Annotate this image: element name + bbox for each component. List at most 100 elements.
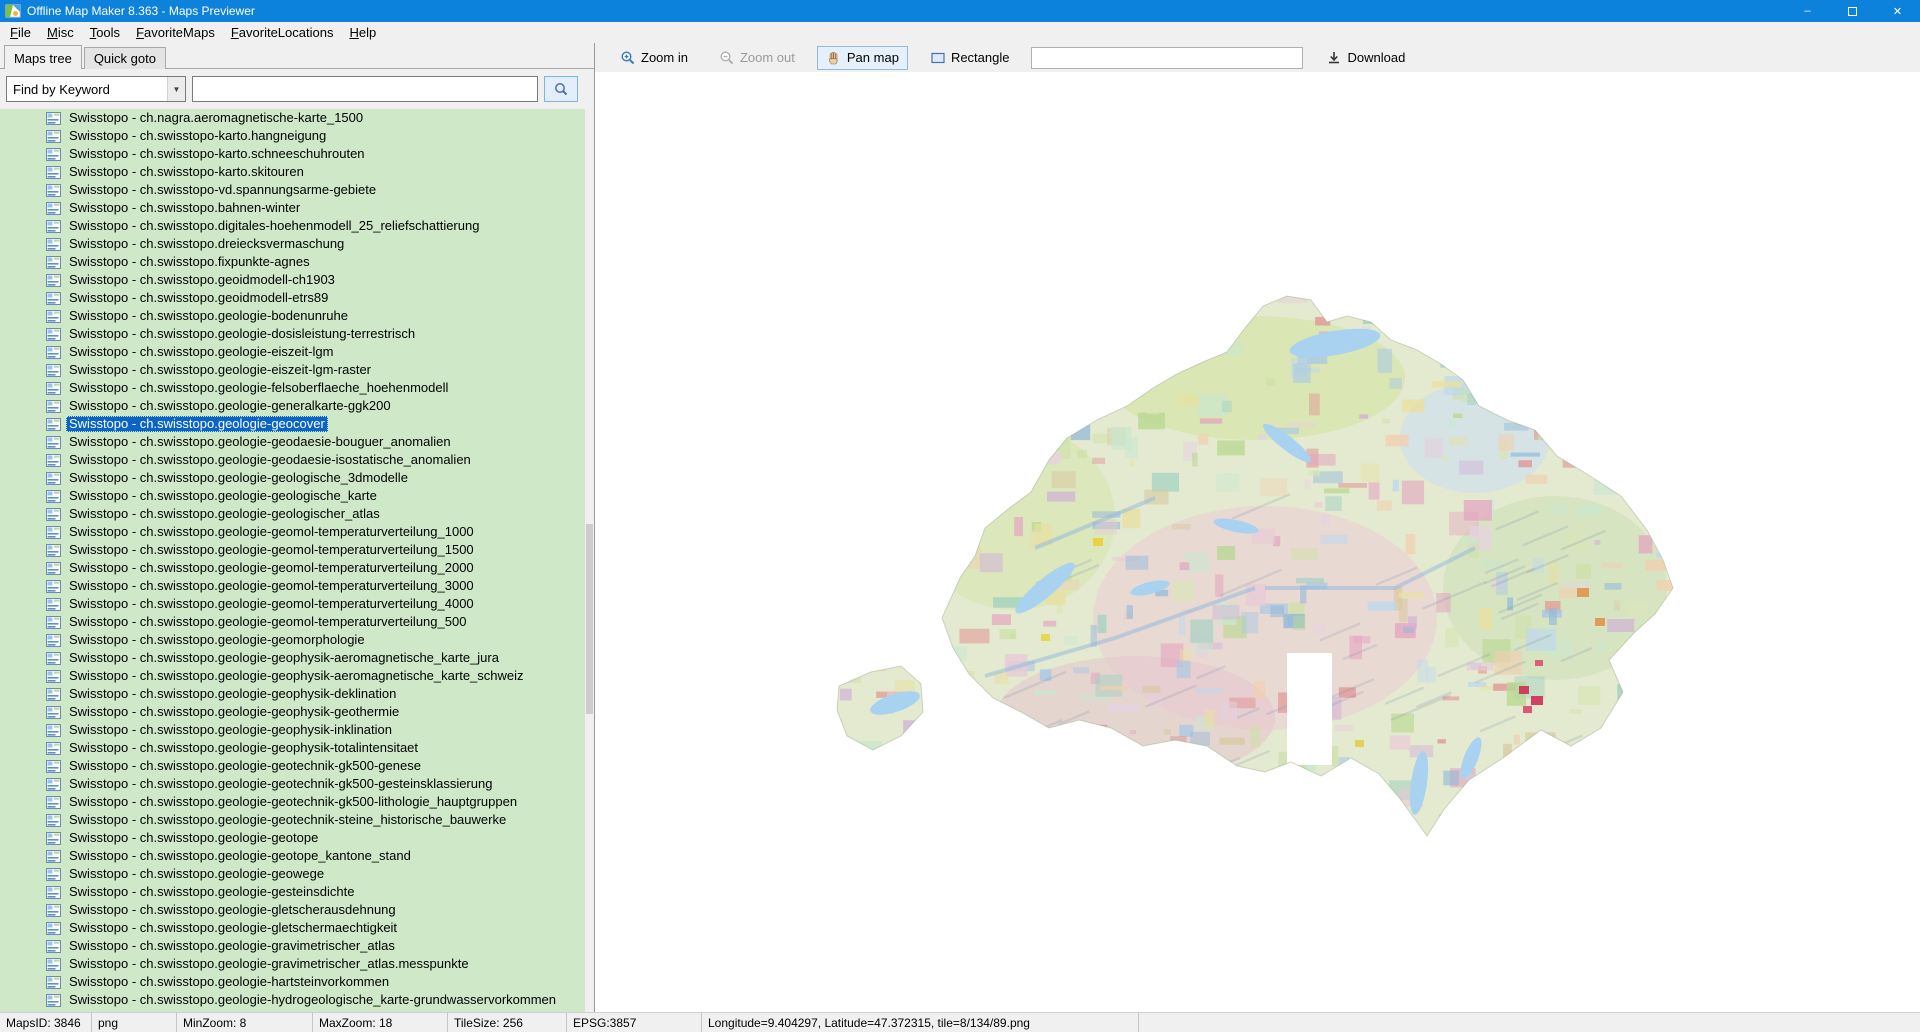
tree-item[interactable]: Swisstopo - ch.swisstopo.geologie-felsob…: [0, 379, 594, 397]
tree-item[interactable]: Swisstopo - ch.swisstopo.geologie-eiszei…: [0, 361, 594, 379]
tree-item[interactable]: Swisstopo - ch.swisstopo.geologie-geodae…: [0, 451, 594, 469]
tree-item-label: Swisstopo - ch.swisstopo.geologie-genera…: [66, 398, 394, 414]
tree-item[interactable]: Swisstopo - ch.swisstopo.digitales-hoehe…: [0, 217, 594, 235]
download-label: Download: [1347, 50, 1405, 65]
tree-item[interactable]: Swisstopo - ch.swisstopo.geologie-geomol…: [0, 577, 594, 595]
tree-item[interactable]: Swisstopo - ch.swisstopo.geologie-geodae…: [0, 433, 594, 451]
tree-item[interactable]: Swisstopo - ch.swisstopo-karto.hangneigu…: [0, 127, 594, 145]
tree-item[interactable]: Swisstopo - ch.swisstopo.geologie-geophy…: [0, 739, 594, 757]
tree-item[interactable]: Swisstopo - ch.swisstopo.geologie-geophy…: [0, 703, 594, 721]
tree-item[interactable]: Swisstopo - ch.swisstopo.geoidmodell-etr…: [0, 289, 594, 307]
tree-item[interactable]: Swisstopo - ch.swisstopo.geologie-geomol…: [0, 559, 594, 577]
map-panel: Zoom in Zoom out: [595, 43, 1920, 1012]
tree-item[interactable]: Swisstopo - ch.swisstopo.geologie-geophy…: [0, 649, 594, 667]
tree-item[interactable]: Swisstopo - ch.swisstopo.geologie-bodenu…: [0, 307, 594, 325]
tree-scrollbar[interactable]: [584, 109, 594, 1012]
tree-item-label: Swisstopo - ch.swisstopo.geologie-geolog…: [66, 488, 380, 504]
map-layer-icon: [46, 526, 61, 539]
search-mode-dropdown[interactable]: Find by Keyword ▼: [6, 76, 186, 102]
tree-item[interactable]: Swisstopo - ch.swisstopo.geologie-geomol…: [0, 523, 594, 541]
zoom-out-button[interactable]: Zoom out: [710, 46, 804, 70]
tree-item[interactable]: Swisstopo - ch.swisstopo.geologie-gravim…: [0, 955, 594, 973]
tree-item[interactable]: Swisstopo - ch.swisstopo.geologie-gletsc…: [0, 919, 594, 937]
tree-item[interactable]: Swisstopo - ch.swisstopo.geologie-geotec…: [0, 793, 594, 811]
tree-item-label: Swisstopo - ch.swisstopo.geologie-bodenu…: [66, 308, 351, 324]
tree-item[interactable]: Swisstopo - ch.swisstopo.geologie-geomol…: [0, 541, 594, 559]
tree-item[interactable]: Swisstopo - ch.swisstopo.geologie-geotec…: [0, 775, 594, 793]
tree-item[interactable]: Swisstopo - ch.swisstopo.geologie-geophy…: [0, 721, 594, 739]
map-layer-icon: [46, 670, 61, 683]
tree-item[interactable]: Swisstopo - ch.swisstopo.geologie-gletsc…: [0, 901, 594, 919]
menu-item-misc[interactable]: Misc: [39, 23, 82, 42]
search-icon: [553, 81, 569, 97]
tree-item[interactable]: Swisstopo - ch.swisstopo.geologie-geocov…: [0, 415, 594, 433]
zoom-in-button[interactable]: Zoom in: [611, 46, 697, 70]
tree-item[interactable]: Swisstopo - ch.swisstopo.bahnen-winter: [0, 199, 594, 217]
tree-item[interactable]: Swisstopo - ch.swisstopo.geologie-geomol…: [0, 595, 594, 613]
tree-item[interactable]: Swisstopo - ch.swisstopo.geologie-geomor…: [0, 631, 594, 649]
tree-item-label: Swisstopo - ch.swisstopo.geologie-geophy…: [66, 668, 527, 684]
tree-item[interactable]: Swisstopo - ch.swisstopo.geologie-geophy…: [0, 667, 594, 685]
zoom-out-label: Zoom out: [740, 50, 795, 65]
window-controls: – ✕: [1785, 0, 1920, 22]
close-button[interactable]: ✕: [1875, 0, 1920, 22]
menu-item-favoritemaps[interactable]: FavoriteMaps: [128, 23, 223, 42]
download-button[interactable]: Download: [1317, 46, 1414, 70]
tree-item[interactable]: Swisstopo - ch.swisstopo.geologie-geolog…: [0, 469, 594, 487]
tab-maps-tree[interactable]: Maps tree: [4, 45, 82, 69]
tree-item[interactable]: Swisstopo - ch.swisstopo.geologie-hartst…: [0, 973, 594, 991]
tree-item-label: Swisstopo - ch.swisstopo.geologie-geolog…: [66, 470, 411, 486]
tree-item[interactable]: Swisstopo - ch.swisstopo.geologie-geoweg…: [0, 865, 594, 883]
map-layer-icon: [46, 292, 61, 305]
switzerland-map-canvas: [835, 288, 1695, 858]
tree-item-label: Swisstopo - ch.swisstopo.geologie-geocov…: [66, 416, 328, 432]
tree-item[interactable]: Swisstopo - ch.swisstopo.geologie-genera…: [0, 397, 594, 415]
tab-quick-goto[interactable]: Quick goto: [84, 47, 166, 69]
tree-item-label: Swisstopo - ch.swisstopo.bahnen-winter: [66, 200, 303, 216]
tree-item-label: Swisstopo - ch.swisstopo.geologie-geolog…: [66, 506, 383, 522]
tree-item[interactable]: Swisstopo - ch.swisstopo.geologie-geotop…: [0, 829, 594, 847]
menu-item-help[interactable]: Help: [341, 23, 384, 42]
map-layer-icon: [46, 940, 61, 953]
tree-item[interactable]: Swisstopo - ch.swisstopo.geologie-gravim…: [0, 937, 594, 955]
tree-scrollbar-thumb[interactable]: [586, 524, 593, 714]
tree-item[interactable]: Swisstopo - ch.swisstopo.fixpunkte-agnes: [0, 253, 594, 271]
pan-map-button[interactable]: Pan map: [817, 46, 908, 70]
menu-item-tools[interactable]: Tools: [82, 23, 128, 42]
tree-item-label: Swisstopo - ch.swisstopo.geologie-geotec…: [66, 758, 424, 774]
tree-item[interactable]: Swisstopo - ch.swisstopo.geoidmodell-ch1…: [0, 271, 594, 289]
tree-item[interactable]: Swisstopo - ch.swisstopo.geologie-dosisl…: [0, 325, 594, 343]
tree-item-label: Swisstopo - ch.swisstopo.geologie-hartst…: [66, 974, 392, 990]
tree-item[interactable]: Swisstopo - ch.swisstopo.geologie-geolog…: [0, 487, 594, 505]
map-layer-icon: [46, 904, 61, 917]
tree-item[interactable]: Swisstopo - ch.swisstopo.geologie-eiszei…: [0, 343, 594, 361]
tree-item[interactable]: Swisstopo - ch.swisstopo-karto.skitouren: [0, 163, 594, 181]
rectangle-button[interactable]: Rectangle: [921, 46, 1019, 70]
menu-item-favoritelocations[interactable]: FavoriteLocations: [223, 23, 342, 42]
map-layer-icon: [46, 238, 61, 251]
tree-item[interactable]: Swisstopo - ch.swisstopo-vd.spannungsarm…: [0, 181, 594, 199]
tree-item[interactable]: Swisstopo - ch.swisstopo.geologie-geophy…: [0, 685, 594, 703]
tree-item[interactable]: Swisstopo - ch.swisstopo.geologie-geotec…: [0, 811, 594, 829]
tree-item-label: Swisstopo - ch.swisstopo.geologie-geotec…: [66, 812, 509, 828]
tree-item[interactable]: Swisstopo - ch.swisstopo.geologie-geomol…: [0, 613, 594, 631]
tree-item-label: Swisstopo - ch.swisstopo.geologie-geotop…: [66, 848, 414, 864]
minimize-button[interactable]: –: [1785, 0, 1830, 22]
search-input[interactable]: [192, 76, 538, 102]
tree-item[interactable]: Swisstopo - ch.swisstopo.geologie-gestei…: [0, 883, 594, 901]
coordinate-input[interactable]: [1031, 47, 1303, 69]
maximize-button[interactable]: [1830, 0, 1875, 22]
tree-item[interactable]: Swisstopo - ch.swisstopo.geologie-geolog…: [0, 505, 594, 523]
tree-item[interactable]: Swisstopo - ch.swisstopo.geologie-geotec…: [0, 757, 594, 775]
tree-item[interactable]: Swisstopo - ch.swisstopo-karto.schneesch…: [0, 145, 594, 163]
tree-item[interactable]: Swisstopo - ch.swisstopo.geologie-geotop…: [0, 847, 594, 865]
map-layer-icon: [46, 418, 61, 431]
tree-item[interactable]: Swisstopo - ch.swisstopo.geologie-hydrog…: [0, 991, 594, 1009]
menu-item-file[interactable]: File: [2, 23, 39, 42]
map-layer-icon: [46, 220, 61, 233]
tree-item-label: Swisstopo - ch.swisstopo.digitales-hoehe…: [66, 218, 482, 234]
search-button[interactable]: [544, 76, 578, 102]
tree-item[interactable]: Swisstopo - ch.nagra.aeromagnetische-kar…: [0, 109, 594, 127]
tree-item[interactable]: Swisstopo - ch.swisstopo.dreiecksvermasc…: [0, 235, 594, 253]
map-viewport[interactable]: [595, 72, 1920, 1012]
